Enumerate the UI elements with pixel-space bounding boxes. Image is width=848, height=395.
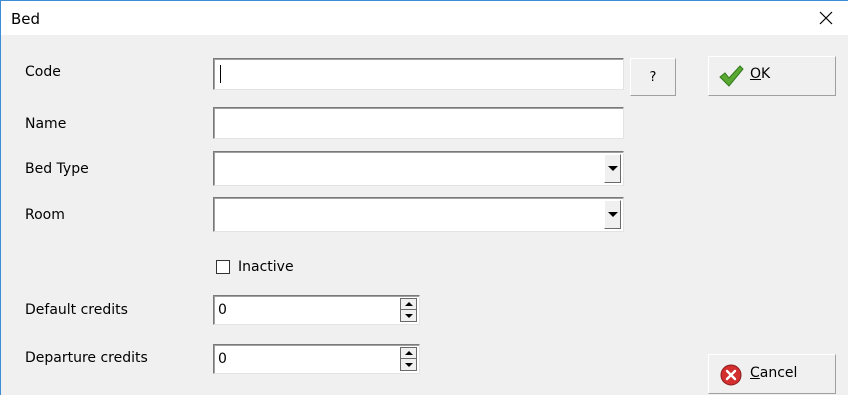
departure-credits-input[interactable] [214, 345, 419, 373]
name-input[interactable] [214, 108, 623, 138]
departure-credits-spin-buttons [400, 347, 417, 371]
inactive-checkbox[interactable] [216, 260, 230, 274]
code-field[interactable] [213, 58, 624, 90]
bed-type-label: Bed Type [25, 161, 89, 177]
departure-credits-up-button[interactable] [401, 348, 416, 359]
window-title: Bed [11, 10, 41, 28]
checkmark-icon [719, 65, 744, 87]
name-field[interactable] [213, 107, 624, 139]
arrow-up-icon [404, 302, 413, 306]
code-label: Code [25, 64, 61, 80]
default-credits-down-button[interactable] [401, 310, 416, 321]
default-credits-spinner[interactable] [213, 295, 420, 325]
default-credits-input[interactable] [214, 296, 419, 324]
arrow-down-icon [404, 362, 413, 367]
cancel-button[interactable]: Cancel [708, 354, 836, 394]
departure-credits-down-button[interactable] [401, 359, 416, 370]
inactive-label[interactable]: Inactive [238, 259, 294, 275]
bed-type-select[interactable] [213, 151, 624, 186]
ok-label: OK [750, 66, 771, 82]
bed-type-dropdown-button[interactable] [604, 154, 621, 183]
code-input[interactable] [214, 59, 623, 89]
text-caret [220, 65, 221, 83]
cancel-label: Cancel [750, 365, 798, 381]
departure-credits-label: Departure credits [25, 350, 148, 366]
name-label: Name [25, 116, 67, 132]
bed-dialog: Bed Code ? OK Name Bed Type Room Inactiv… [0, 0, 848, 395]
chevron-down-icon [607, 212, 618, 217]
code-lookup-label: ? [649, 69, 657, 85]
ok-button[interactable]: OK [708, 56, 836, 96]
chevron-down-icon [607, 166, 618, 171]
title-bar: Bed [1, 1, 848, 35]
room-select[interactable] [213, 197, 624, 232]
default-credits-up-button[interactable] [401, 299, 416, 310]
close-icon [819, 11, 833, 25]
room-dropdown-button[interactable] [604, 200, 621, 229]
arrow-up-icon [404, 351, 413, 355]
close-button[interactable] [804, 1, 848, 35]
departure-credits-spinner[interactable] [213, 344, 420, 374]
cancel-x-icon [720, 364, 742, 386]
default-credits-label: Default credits [25, 302, 128, 318]
arrow-down-icon [404, 313, 413, 318]
room-label: Room [25, 207, 65, 223]
code-lookup-button[interactable]: ? [630, 58, 676, 96]
default-credits-spin-buttons [400, 298, 417, 322]
